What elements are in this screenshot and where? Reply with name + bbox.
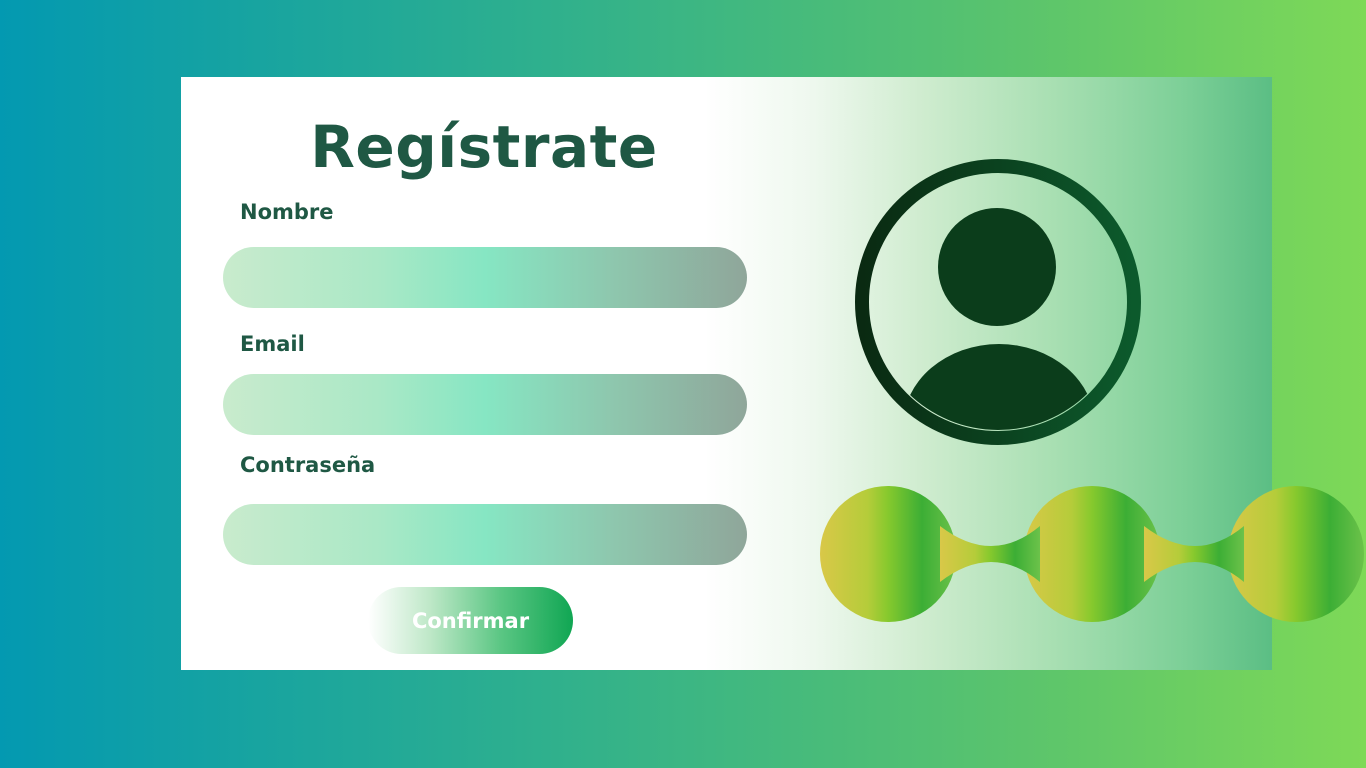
blob-bridge-2 [1144,526,1244,582]
confirm-button[interactable]: Confirmar [368,587,573,654]
avatar-body [903,344,1095,430]
name-label: Nombre [240,200,334,224]
user-avatar-icon [854,158,1142,450]
email-field[interactable] [223,374,747,435]
blob-bridge-1 [940,526,1040,582]
avatar-head [938,208,1056,326]
blob-circle-2 [1024,486,1160,622]
page-background: Regístrate Nombre Email Contraseña Confi… [0,0,1366,768]
page-title: Regístrate [310,113,658,181]
name-field[interactable] [223,247,747,308]
blob-circle-1 [820,486,956,622]
password-label: Contraseña [240,453,376,477]
email-label: Email [240,332,305,356]
connected-circles-decoration [640,486,1366,628]
blob-circle-3 [1228,486,1364,622]
